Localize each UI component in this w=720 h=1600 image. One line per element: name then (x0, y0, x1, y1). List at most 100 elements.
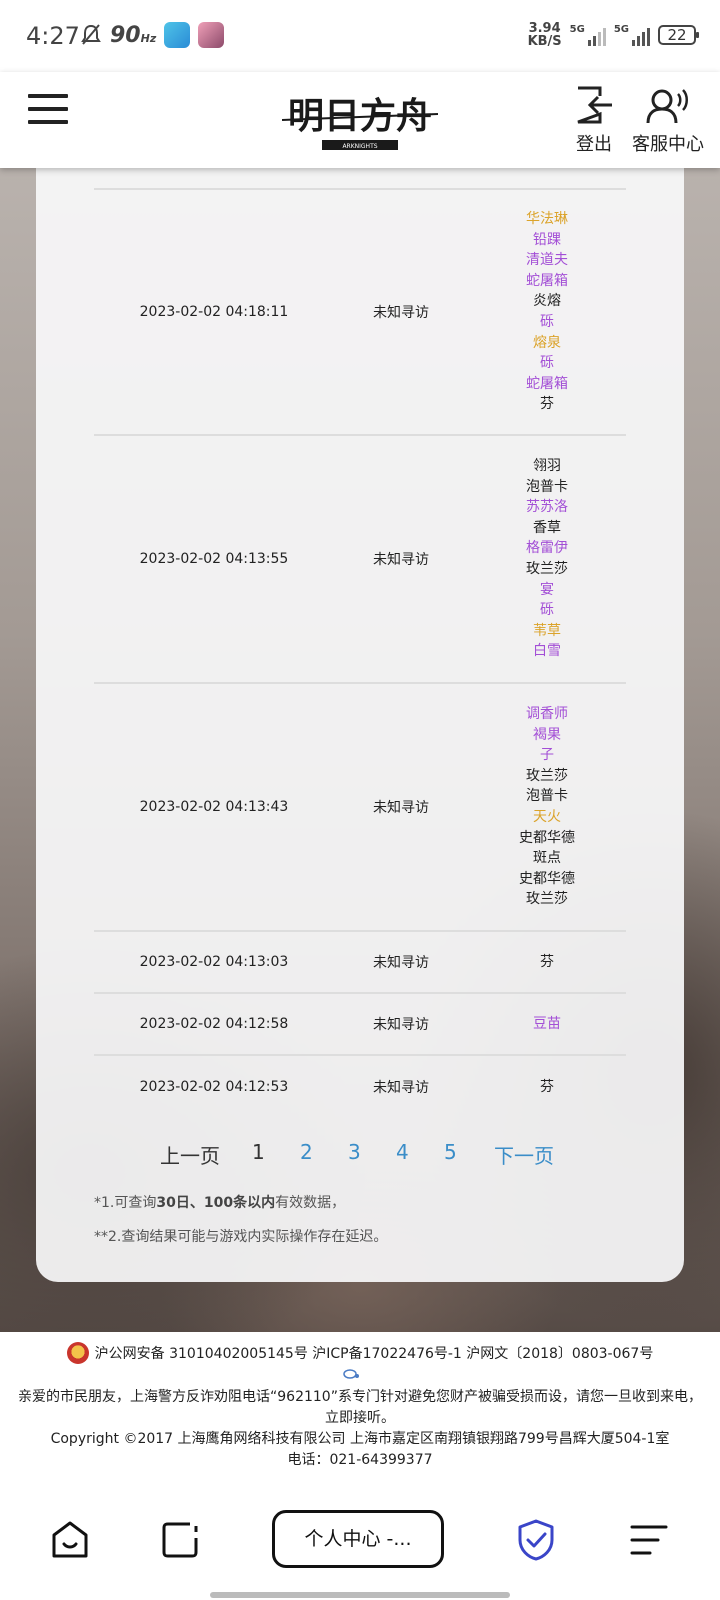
site-header: 明日方舟 ARKNIGHTS 登出 客服中心 (0, 72, 720, 168)
copyright-text: Copyright ©2017 上海鹰角网络科技有限公司 上海市嘉定区南翔镇银翔… (50, 1431, 670, 1447)
menu-icon[interactable] (630, 1522, 668, 1558)
operator-name: 翎羽 (533, 458, 561, 475)
record-pool: 未知寻访 (373, 955, 429, 971)
page-link-3[interactable]: 3 (348, 1140, 361, 1164)
status-icons-left: 90Hz (80, 22, 225, 48)
record-time: 2023-02-02 04:13:43 (139, 799, 289, 815)
record-pool: 未知寻访 (373, 305, 429, 321)
operator-name: 斑点 (533, 850, 561, 867)
table-row: 2023-02-02 04:18:11 未知寻访 华法琳 铅踝 清道夫 蛇屠箱 … (94, 190, 626, 436)
home-indicator[interactable] (210, 1592, 510, 1598)
gacha-record-card: 2023-02-02 04:18:11 未知寻访 华法琳 铅踝 清道夫 蛇屠箱 … (36, 168, 684, 1282)
logout-icon (577, 86, 612, 124)
record-time: 2023-02-02 04:13:55 (139, 551, 289, 567)
status-bar: 4:27 90Hz 3.94 KB/S 5G 5G 22 (0, 0, 720, 72)
record-time: 2023-02-02 04:12:58 (139, 1016, 289, 1032)
status-icons-right: 3.94 KB/S 5G 5G 22 (527, 21, 699, 49)
operator-name: 蛇屠箱 (526, 375, 568, 392)
beian-line: 沪公网安备 31010402005145号 沪ICP备17022476号-1 沪… (0, 1342, 720, 1364)
customer-service-label: 客服中心 (632, 134, 704, 155)
operator-name: 苇草 (533, 622, 561, 639)
anti-fraud-notice-cont: 立即接听。 (325, 1410, 395, 1426)
page-link-4[interactable]: 4 (396, 1140, 409, 1164)
logo-subtext: ARKNIGHTS (342, 143, 377, 150)
operator-name: 格雷伊 (526, 540, 568, 557)
operator-name: 调香师 (526, 706, 568, 723)
status-time: 4:27 (26, 22, 80, 50)
arknights-logo[interactable]: 明日方舟 ARKNIGHTS (282, 84, 438, 156)
delay-note: **2.查询结果可能与游戏内实际操作存在延迟。 (94, 1229, 388, 1245)
operator-name: 砾 (540, 355, 554, 372)
anti-fraud-notice: 亲爱的市民朋友，上海警方反诈劝阻电话“962110”系专门针对避免您财产被骗受损… (18, 1389, 702, 1405)
record-operators: 豆苗 (468, 1014, 626, 1035)
page-link-1[interactable]: 1 (252, 1140, 265, 1164)
record-time: 2023-02-02 04:18:11 (139, 304, 289, 320)
signal-sim2-icon: 5G (614, 24, 650, 46)
table-row: 2023-02-02 04:12:58 未知寻访 豆苗 (94, 994, 626, 1056)
operator-name: 玫兰莎 (526, 767, 568, 784)
pagination: 上一页 1 2 3 4 5 下一页 (36, 1140, 684, 1170)
customer-service-icon (646, 89, 688, 124)
menu-hamburger-icon[interactable] (28, 94, 68, 126)
operator-name: 砾 (540, 314, 554, 330)
operator-name: 芬 (540, 396, 554, 413)
operator-name: 清道夫 (526, 252, 568, 269)
operator-name: 炎熔 (533, 293, 561, 310)
home-icon[interactable] (50, 1520, 90, 1560)
table-row: 2023-02-02 04:13:55 未知寻访 翎羽 泡普卡 苏苏洛 香草 格… (94, 436, 626, 684)
operator-name: 天火 (533, 809, 561, 825)
mute-bell-icon (81, 24, 101, 45)
records-table: 2023-02-02 04:18:11 未知寻访 华法琳 铅踝 清道夫 蛇屠箱 … (94, 188, 626, 1118)
battery-icon: 22 (658, 25, 699, 45)
page-link-5[interactable]: 5 (444, 1140, 457, 1164)
police-badge-icon (66, 1342, 89, 1364)
record-time: 2023-02-02 04:12:53 (139, 1079, 289, 1095)
operator-name: 苏苏洛 (526, 499, 568, 516)
site-footer: 沪公网安备 31010402005145号 沪ICP备17022476号-1 沪… (0, 1332, 720, 1500)
operator-name: 蛇屠箱 (526, 272, 568, 289)
operator-name: 砾 (540, 602, 554, 619)
operator-name: 豆苗 (533, 1015, 561, 1032)
next-page-link[interactable]: 下一页 (494, 1140, 554, 1169)
current-tab-button[interactable]: 个人中心 -... (272, 1510, 444, 1568)
operator-name: 华法琳 (526, 211, 568, 228)
table-row: 2023-02-02 04:13:03 未知寻访 芬 (94, 932, 626, 994)
record-time: 2023-02-02 04:13:03 (139, 954, 289, 970)
operator-name: 史都华德 (519, 829, 575, 846)
operator-name: 褐果 (533, 726, 561, 743)
operator-name: 子 (540, 747, 554, 764)
beian-text[interactable]: 沪公网安备 31010402005145号 沪ICP备17022476号-1 沪… (95, 1343, 654, 1363)
table-row: 2023-02-02 04:12:53 未知寻访 芬 (94, 1056, 626, 1118)
security-shield-icon[interactable] (516, 1518, 556, 1562)
operator-name: 泡普卡 (526, 478, 568, 495)
table-row: 2023-02-02 04:13:43 未知寻访 调香师 褐果 子 玫兰莎 泡普… (94, 684, 626, 932)
customer-service-button[interactable]: 客服中心 (632, 86, 704, 156)
record-pool: 未知寻访 (373, 800, 429, 816)
operator-name: 玫兰莎 (526, 561, 568, 577)
operator-name: 芬 (540, 1078, 554, 1095)
logout-button[interactable]: 登出 (574, 86, 614, 156)
query-limit-note: *1.可查询30日、100条以内有效数据， (94, 1195, 346, 1211)
prev-page-link[interactable]: 上一页 (160, 1140, 220, 1169)
record-pool: 未知寻访 (373, 1080, 429, 1096)
record-operators: 芬 (468, 1077, 626, 1098)
operator-name: 玫兰莎 (526, 891, 568, 908)
operator-name: 芬 (540, 953, 554, 970)
refresh-rate: 90Hz (110, 22, 157, 48)
game-notification-icon (198, 22, 225, 48)
operator-name: 泡普卡 (526, 788, 568, 805)
net-speed: 3.94 KB/S (527, 21, 562, 49)
operator-name: 香草 (533, 519, 561, 536)
app-notification-icon (164, 22, 191, 48)
record-operators: 调香师 褐果 子 玫兰莎 泡普卡 天火 史都华德 斑点 史都华德 玫兰莎 (468, 704, 626, 910)
tabs-icon[interactable] (160, 1520, 200, 1560)
record-operators: 芬 (468, 952, 626, 973)
page-link-2[interactable]: 2 (300, 1140, 313, 1164)
contact-phone: 电话：021-64399377 (287, 1452, 433, 1468)
operator-name: 宴 (540, 581, 554, 598)
browser-bottom-bar: 个人中心 -... (0, 1500, 720, 1600)
record-pool: 未知寻访 (373, 552, 429, 568)
record-pool: 未知寻访 (373, 1017, 429, 1033)
record-operators: 翎羽 泡普卡 苏苏洛 香草 格雷伊 玫兰莎 宴 砾 苇草 白雪 (468, 456, 626, 662)
record-operators: 华法琳 铅踝 清道夫 蛇屠箱 炎熔 砾 熔泉 砾 蛇屠箱 芬 (468, 209, 626, 415)
